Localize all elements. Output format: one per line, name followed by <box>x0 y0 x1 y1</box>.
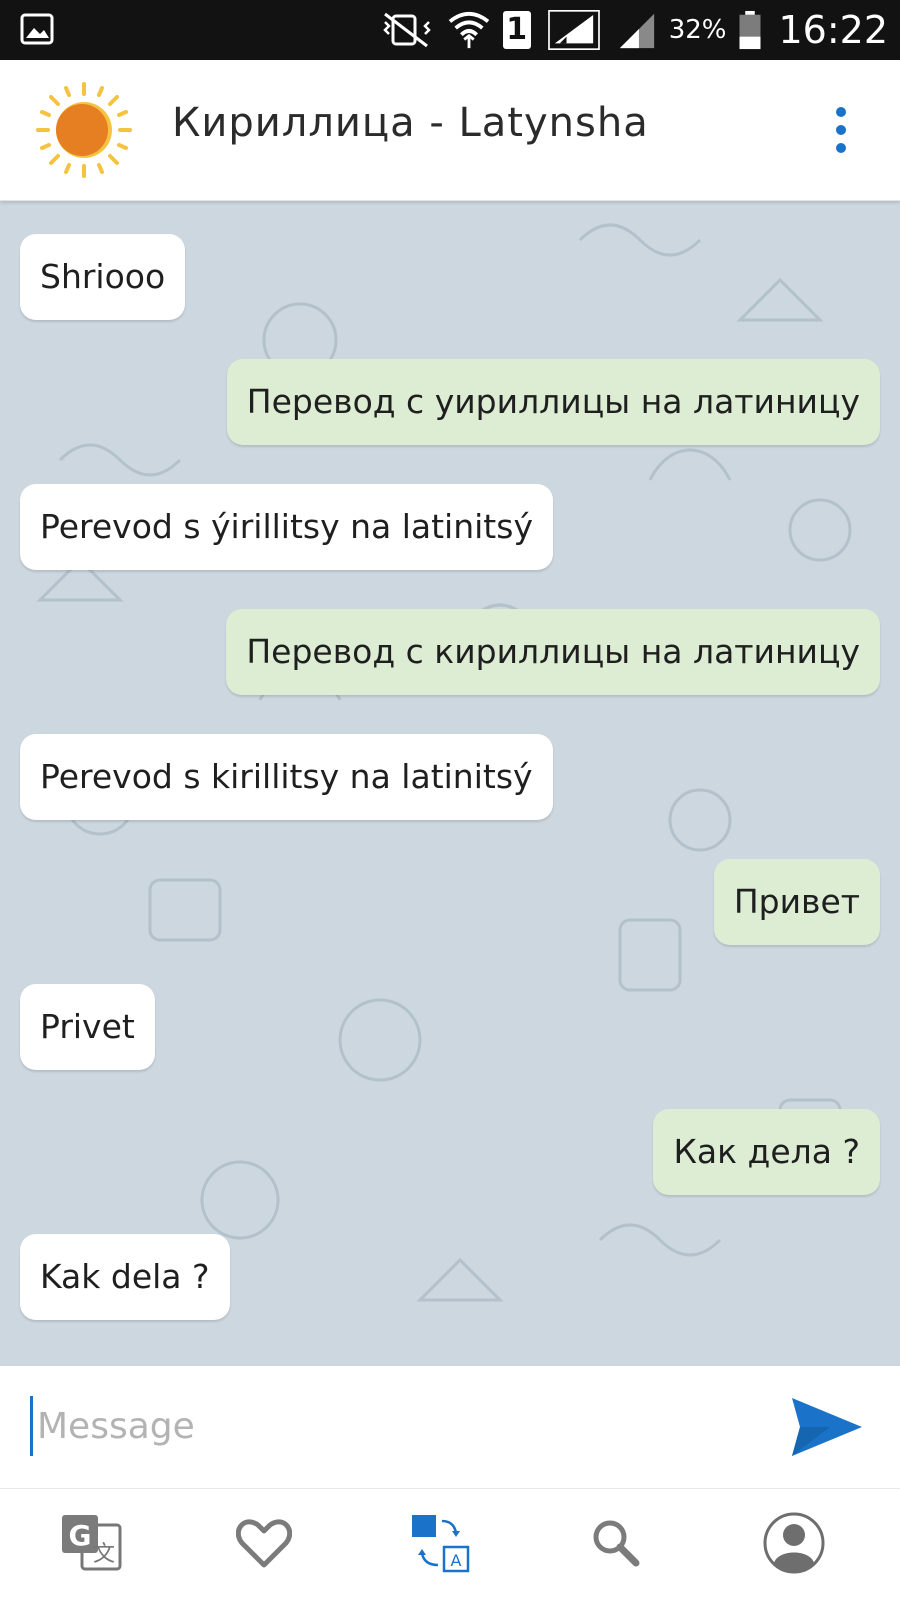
message-bubble-incoming[interactable]: Kak dela ? <box>20 1234 230 1320</box>
svg-text:文: 文 <box>93 1542 115 1567</box>
message-bubble-incoming[interactable]: Perevod s kirillitsy na latinitsý <box>20 734 553 820</box>
search-icon <box>593 1520 640 1567</box>
status-bar: 1 32% 16:22 <box>0 0 900 60</box>
bottom-navigation: G 文 A <box>0 1488 900 1601</box>
more-vert-icon[interactable] <box>826 104 856 156</box>
message-bubble-outgoing[interactable]: Перевод с уириллицы на латиницу <box>226 359 880 445</box>
svg-text:G: G <box>69 1519 92 1552</box>
message-bubble-incoming[interactable]: Privet <box>20 984 155 1070</box>
nav-translate[interactable]: G 文 <box>56 1507 128 1579</box>
message-bubble-outgoing[interactable]: Привет <box>713 859 880 945</box>
battery-icon <box>740 10 761 50</box>
account-icon <box>763 1512 825 1574</box>
signal-strength-2-icon <box>619 13 654 49</box>
google-translate-icon: G 文 <box>62 1515 122 1571</box>
nav-search[interactable] <box>580 1507 652 1579</box>
gallery-notification-icon <box>20 13 54 45</box>
page-title: Кириллица - Latynsha <box>172 100 649 146</box>
app-header: Кириллица - Latynsha <box>0 60 900 201</box>
message-composer <box>0 1366 900 1488</box>
svg-text:A: A <box>451 1551 462 1570</box>
sim-slot-badge: 1 <box>502 10 531 50</box>
nav-account[interactable] <box>758 1507 830 1579</box>
message-bubble-incoming[interactable]: Shriooo <box>20 234 186 320</box>
battery-percent: 32% <box>668 15 727 45</box>
message-bubble-outgoing[interactable]: Перевод с кириллицы на латиницу <box>226 609 880 695</box>
clock: 16:22 <box>778 8 888 52</box>
sun-icon <box>36 82 132 178</box>
nav-transliterate[interactable]: A <box>404 1507 476 1579</box>
message-bubble-outgoing[interactable]: Как дела ? <box>653 1109 880 1195</box>
signal-strength-icon <box>547 10 600 50</box>
chat-area[interactable]: Shriooo Перевод с уириллицы на латиницу … <box>0 200 900 1366</box>
wifi-icon <box>448 11 489 49</box>
send-icon[interactable] <box>790 1396 864 1458</box>
vibrate-mute-icon <box>382 12 431 48</box>
heart-icon <box>236 1519 292 1568</box>
message-input[interactable] <box>30 1396 737 1456</box>
nav-favorites[interactable] <box>228 1507 300 1579</box>
transliterate-icon: A <box>412 1515 470 1573</box>
message-bubble-incoming[interactable]: Perevod s ýirillitsy na latinitsý <box>20 484 553 570</box>
